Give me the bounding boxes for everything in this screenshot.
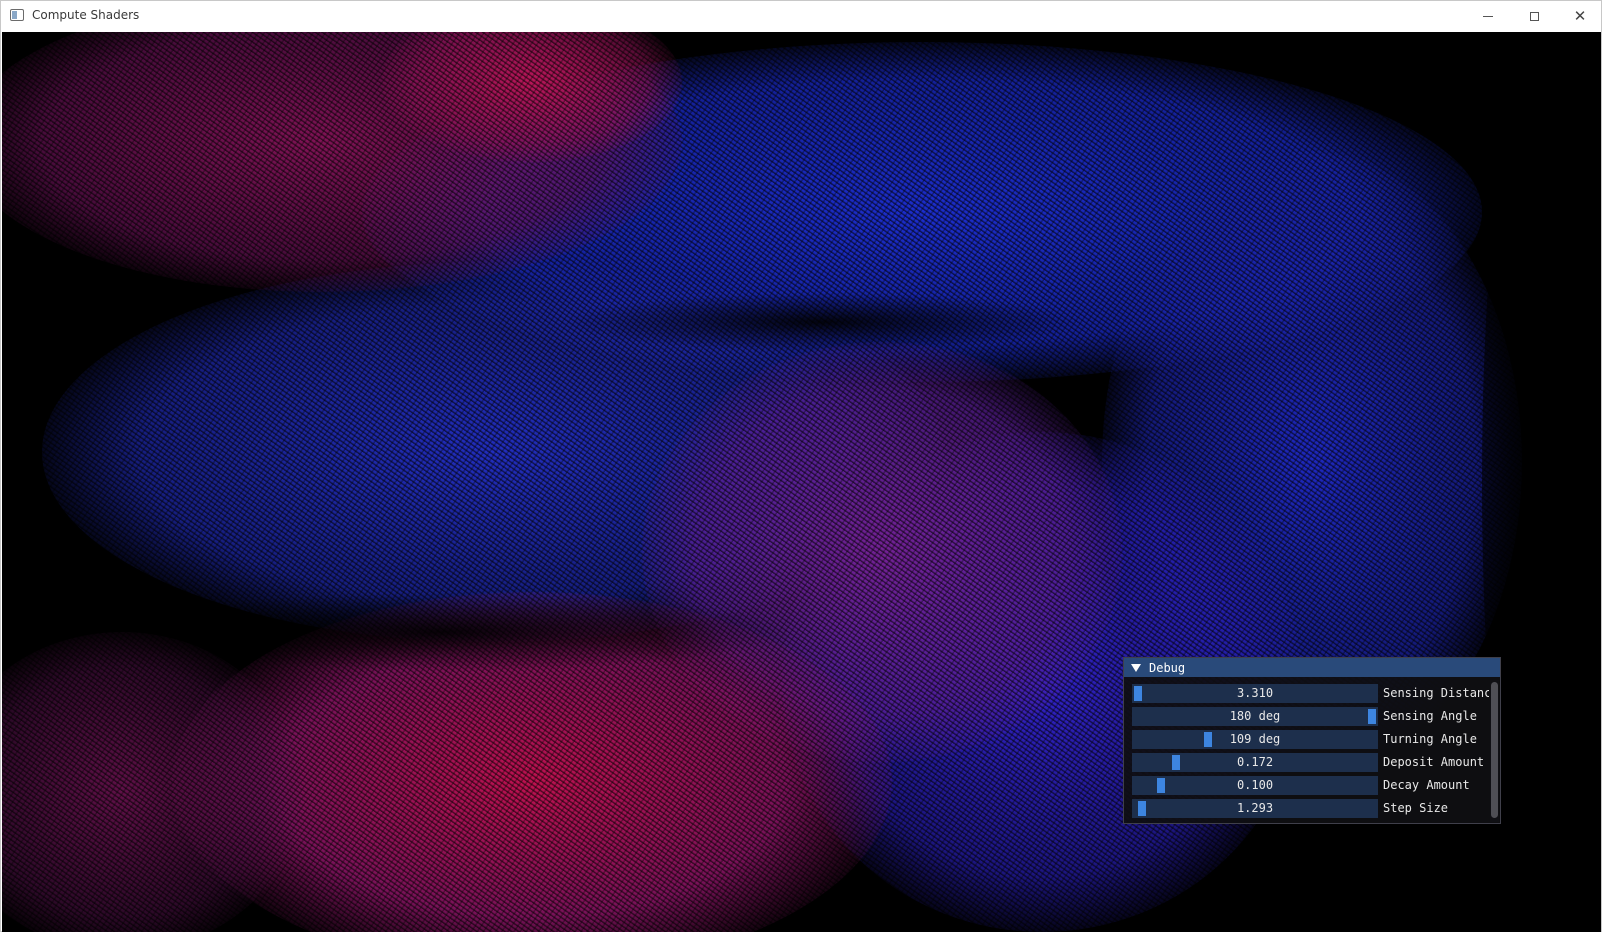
param-label: Step Size	[1383, 801, 1449, 815]
param-label: Sensing Distanc	[1383, 686, 1489, 700]
slider-value: 180 deg	[1229, 709, 1281, 723]
param-label: Decay Amount	[1383, 778, 1470, 792]
param-row: 1.293 Step Size	[1132, 799, 1492, 818]
param-label: Sensing Angle	[1383, 709, 1477, 723]
turning-angle-slider[interactable]: 109 deg	[1132, 730, 1378, 749]
step-size-slider[interactable]: 1.293	[1132, 799, 1378, 818]
app-window: Compute Shaders ✕ Debug 3.310 Sensing Di…	[0, 0, 1602, 932]
param-row: 180 deg Sensing Angle	[1132, 707, 1492, 726]
collapse-arrow-icon[interactable]	[1131, 663, 1141, 672]
app-window-icon	[10, 9, 24, 21]
scrollbar-thumb[interactable]	[1491, 682, 1498, 818]
param-row: 3.310 Sensing Distanc	[1132, 684, 1492, 703]
window-title: Compute Shaders	[32, 8, 140, 22]
close-icon: ✕	[1573, 6, 1587, 25]
debug-panel-header[interactable]: Debug	[1124, 658, 1500, 677]
slider-value: 1.293	[1236, 801, 1274, 815]
debug-scrollbar[interactable]	[1490, 680, 1499, 822]
simulation-canvas[interactable]: Debug 3.310 Sensing Distanc 180 deg Sens…	[2, 32, 1601, 932]
param-row: 0.100 Decay Amount	[1132, 776, 1492, 795]
decay-amount-slider[interactable]: 0.100	[1132, 776, 1378, 795]
debug-panel[interactable]: Debug 3.310 Sensing Distanc 180 deg Sens…	[1123, 657, 1501, 824]
deposit-amount-slider[interactable]: 0.172	[1132, 753, 1378, 772]
param-label: Deposit Amount	[1383, 755, 1485, 769]
close-button[interactable]: ✕	[1557, 1, 1602, 31]
param-row: 0.172 Deposit Amount	[1132, 753, 1492, 772]
param-label: Turning Angle	[1383, 732, 1477, 746]
slider-value: 0.172	[1236, 755, 1274, 769]
debug-panel-title: Debug	[1149, 660, 1186, 675]
minimize-button[interactable]	[1465, 1, 1511, 31]
maximize-icon	[1529, 11, 1539, 21]
param-row: 109 deg Turning Angle	[1132, 730, 1492, 749]
title-bar[interactable]: Compute Shaders ✕	[1, 1, 1601, 31]
minimize-icon	[1483, 15, 1493, 17]
slider-value: 3.310	[1236, 686, 1274, 700]
maximize-button[interactable]	[1511, 1, 1557, 31]
sensing-angle-slider[interactable]: 180 deg	[1132, 707, 1378, 726]
slider-value: 109 deg	[1229, 732, 1281, 746]
slider-value: 0.100	[1236, 778, 1274, 792]
sensing-distance-slider[interactable]: 3.310	[1132, 684, 1378, 703]
